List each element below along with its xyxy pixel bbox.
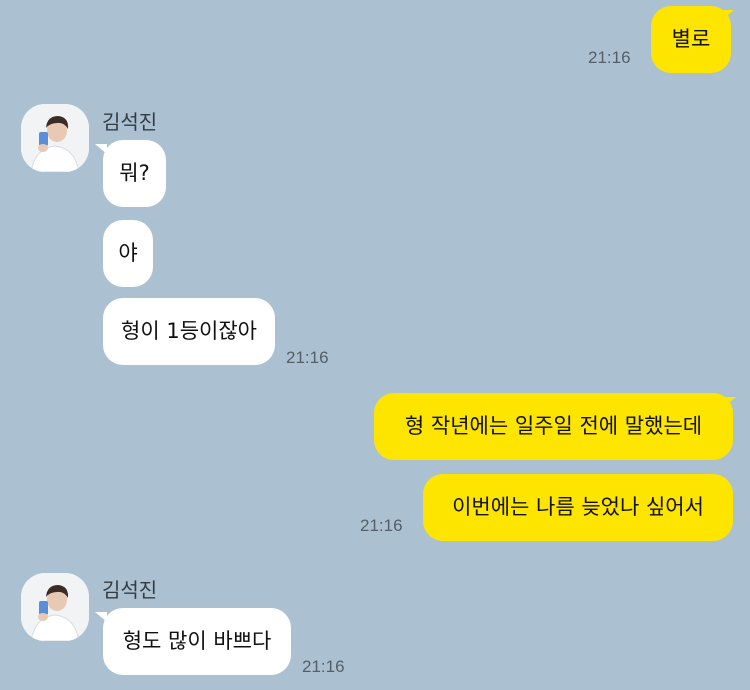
message-bubble-outgoing[interactable]: 별로 [651,6,731,73]
avatar-photo-icon [21,104,89,172]
message-text: 야 [118,241,138,265]
message-bubble-incoming[interactable]: 형도 많이 바쁘다 [103,608,291,675]
message-bubble-incoming[interactable]: 뭐? [103,140,166,207]
message-text: 형 작년에는 일주일 전에 말했는데 [404,414,703,438]
sender-name: 김석진 [102,110,158,134]
message-text: 별로 [671,27,711,51]
message-bubble-incoming[interactable]: 야 [103,220,153,287]
message-timestamp: 21:16 [286,348,329,367]
message-text: 뭐? [119,161,150,185]
message-timestamp: 21:16 [588,48,631,67]
message-text: 형이 1등이잖아 [121,319,257,343]
message-text: 형도 많이 바쁘다 [122,629,272,653]
contact-avatar[interactable] [21,573,89,641]
message-bubble-outgoing[interactable]: 이번에는 나름 늦었나 싶어서 [423,474,733,541]
message-bubble-outgoing[interactable]: 형 작년에는 일주일 전에 말했는데 [374,393,733,460]
contact-avatar[interactable] [21,104,89,172]
message-timestamp: 21:16 [360,516,403,535]
message-bubble-incoming[interactable]: 형이 1등이잖아 [103,298,275,365]
message-text: 이번에는 나름 늦었나 싶어서 [452,495,704,519]
sender-name: 김석진 [102,578,158,602]
avatar-photo-icon [21,573,89,641]
message-timestamp: 21:16 [302,657,345,676]
